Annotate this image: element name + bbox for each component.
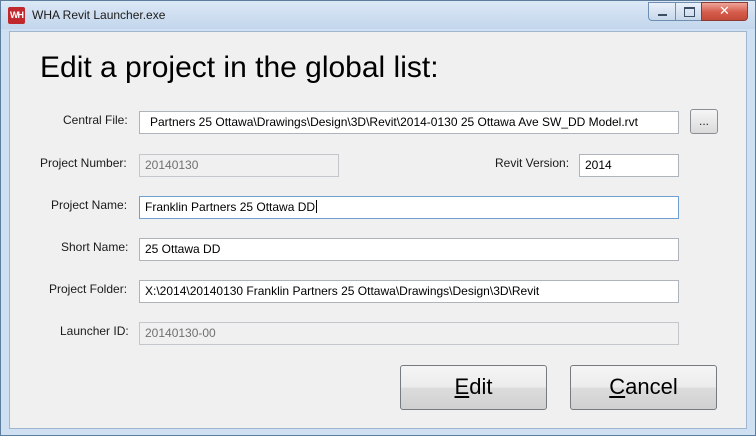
cancel-mnemonic: C [609, 374, 626, 399]
page-title: Edit a project in the global list: [40, 51, 439, 84]
edit-label: dit [469, 374, 493, 399]
revit-version-label: Revit Version: [495, 156, 570, 170]
title-bar[interactable]: WH WHA Revit Launcher.exe ✕ [1, 1, 755, 29]
cancel-label: ancel [625, 374, 678, 399]
edit-button[interactable]: Edit [400, 365, 547, 410]
minimize-button[interactable] [648, 2, 676, 21]
project-number-label: Project Number: [40, 156, 127, 170]
close-icon: ✕ [719, 4, 730, 19]
text-caret [316, 200, 318, 213]
central-file-label: Central File: [63, 113, 128, 127]
dialog-body: Edit a project in the global list: Centr… [9, 31, 747, 429]
app-window: WH WHA Revit Launcher.exe ✕ Edit a proje… [0, 0, 756, 436]
maximize-icon [684, 7, 695, 17]
revit-version-field[interactable]: 2014 [579, 154, 679, 177]
minimize-icon [658, 14, 667, 16]
close-button[interactable]: ✕ [701, 2, 748, 21]
project-folder-label: Project Folder: [49, 282, 128, 296]
window-title: WHA Revit Launcher.exe [32, 8, 166, 22]
edit-mnemonic: E [454, 374, 470, 399]
short-name-label: Short Name: [61, 240, 129, 254]
browse-button[interactable]: ... [690, 109, 718, 134]
project-name-field[interactable]: Franklin Partners 25 Ottawa DD [139, 196, 679, 219]
launcher-id-field: 20140130-00 [139, 322, 679, 345]
launcher-id-label: Launcher ID: [60, 324, 129, 338]
project-number-field: 20140130 [139, 154, 339, 177]
project-name-value: Franklin Partners 25 Ottawa DD [145, 200, 316, 214]
short-name-field[interactable]: 25 Ottawa DD [139, 238, 679, 261]
app-logo-icon: WH [8, 7, 25, 24]
project-folder-field[interactable]: X:\2014\20140130 Franklin Partners 25 Ot… [139, 280, 679, 303]
project-name-label: Project Name: [51, 198, 128, 212]
central-file-field[interactable]: Partners 25 Ottawa\Drawings\Design\3D\Re… [139, 111, 679, 134]
cancel-button[interactable]: Cancel [570, 365, 717, 410]
maximize-button[interactable] [675, 2, 702, 21]
